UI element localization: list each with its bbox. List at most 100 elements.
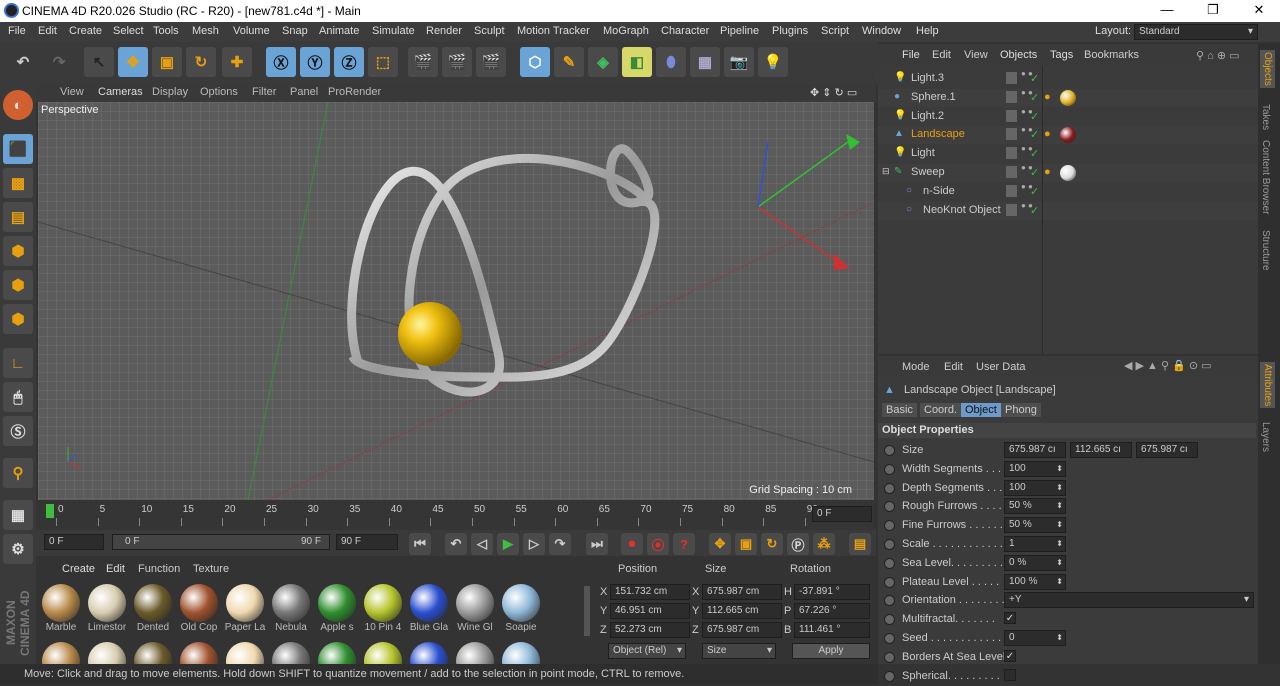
- side-tab-content-browser[interactable]: Content Browser: [1260, 140, 1271, 214]
- make-editable-icon[interactable]: ◐: [3, 90, 33, 120]
- object-row[interactable]: ▲ Landscape ● ● ✓ ●: [878, 126, 1258, 145]
- coord-size-field[interactable]: 675.987 cm: [702, 584, 782, 600]
- phong-tag-icon[interactable]: ●: [1044, 128, 1051, 140]
- material-item-row2[interactable]: [85, 640, 129, 664]
- vp-menu-display[interactable]: Display: [152, 86, 188, 98]
- tab-phong[interactable]: Phong: [1001, 403, 1041, 417]
- coordinate-system-icon[interactable]: ⬚: [368, 47, 398, 77]
- snap-icon[interactable]: Ⓢ: [3, 416, 33, 446]
- playhead-marker[interactable]: [46, 504, 54, 518]
- play-forward-icon[interactable]: ▶: [497, 533, 519, 555]
- stepper-icon[interactable]: ⬍: [1056, 537, 1063, 551]
- coord-position-field[interactable]: 52.273 cm: [610, 622, 690, 638]
- menu-file[interactable]: File: [8, 25, 26, 37]
- material-item-row2[interactable]: [407, 640, 451, 664]
- material-item-row2[interactable]: [315, 640, 359, 664]
- mat-menu-function[interactable]: Function: [138, 563, 180, 575]
- attr-nav-icons[interactable]: ◀ ▶ ▲ ⚲ 🔒 ⊙ ▭: [1124, 359, 1212, 372]
- object-row[interactable]: ○ n-Side ● ● ✓: [878, 182, 1258, 201]
- attribute-value-field[interactable]: 0 ⬍: [1004, 630, 1066, 646]
- stepper-icon[interactable]: ⬍: [1056, 518, 1063, 532]
- points-mode-icon[interactable]: ⬢: [3, 236, 33, 266]
- light-bulb-icon[interactable]: 💡: [758, 47, 788, 77]
- attr-menu-edit[interactable]: Edit: [944, 361, 963, 373]
- material-item[interactable]: 10 Pin 4: [361, 582, 405, 634]
- checkbox[interactable]: [1004, 668, 1016, 681]
- mat-menu-edit[interactable]: Edit: [106, 563, 125, 575]
- vp-menu-view[interactable]: View: [60, 86, 84, 98]
- material-item-row2[interactable]: [223, 640, 267, 664]
- material-item-row2[interactable]: [269, 640, 313, 664]
- stepper-icon[interactable]: ⬍: [1056, 556, 1063, 570]
- model-mode-icon[interactable]: ⬛: [3, 134, 33, 164]
- obj-menu-view[interactable]: View: [964, 49, 988, 61]
- phong-tag-icon[interactable]: ●: [1044, 166, 1051, 178]
- start-frame-field[interactable]: 0 F: [44, 534, 104, 550]
- coord-rotation-field[interactable]: -37.891 °: [794, 584, 870, 600]
- menu-create[interactable]: Create: [69, 25, 102, 37]
- menu-help[interactable]: Help: [916, 25, 939, 37]
- keyframe-radio-icon[interactable]: [884, 520, 895, 532]
- current-frame-field[interactable]: 0 F: [812, 506, 872, 522]
- material-item[interactable]: Limestor: [85, 582, 129, 634]
- vp-menu-panel[interactable]: Panel: [290, 86, 318, 98]
- goto-end-icon[interactable]: ⏭: [586, 533, 608, 555]
- viewport-perspective[interactable]: Perspective Grid Spacing : 10 cm: [38, 102, 874, 500]
- y-axis-lock-icon[interactable]: Ⓨ: [300, 47, 330, 77]
- z-axis-lock-icon[interactable]: Ⓩ: [334, 47, 364, 77]
- workplane-mode-icon[interactable]: ▤: [3, 202, 33, 232]
- obj-menu-bookmarks[interactable]: Bookmarks: [1084, 49, 1139, 61]
- keyframe-radio-icon[interactable]: [884, 576, 895, 588]
- render-settings-icon[interactable]: 🎬: [476, 47, 506, 77]
- polygons-mode-icon[interactable]: ⬢: [3, 304, 33, 334]
- apply-button[interactable]: Apply: [792, 643, 870, 659]
- attribute-value-field[interactable]: 100 ⬍: [1004, 460, 1066, 477]
- next-frame-icon[interactable]: ▷: [523, 533, 545, 555]
- enabled-check-icon[interactable]: ✓: [1030, 185, 1039, 198]
- vp-menu-cameras[interactable]: Cameras: [98, 86, 143, 98]
- keyframe-radio-icon[interactable]: [884, 482, 895, 494]
- array-generator-icon[interactable]: ◧: [622, 47, 652, 77]
- enabled-check-icon[interactable]: ✓: [1030, 72, 1039, 85]
- scale-tool-icon[interactable]: ▣: [152, 47, 182, 77]
- orientation-select[interactable]: +Y ▾: [1004, 592, 1254, 609]
- obj-menu-edit[interactable]: Edit: [932, 49, 951, 61]
- keyframe-radio-icon[interactable]: [884, 557, 895, 569]
- tab-object[interactable]: Object: [961, 403, 1001, 417]
- side-tab-objects[interactable]: Objects: [1260, 50, 1275, 88]
- layer-toggle[interactable]: [1006, 166, 1017, 178]
- coord-position-field[interactable]: 46.951 cm: [610, 603, 690, 619]
- side-tab-takes[interactable]: Takes: [1260, 104, 1271, 130]
- timeline-ruler[interactable]: 051015202530354045505560657075808590 0 F: [36, 500, 876, 530]
- stepper-icon[interactable]: ⬍: [1056, 575, 1063, 589]
- menu-animate[interactable]: Animate: [319, 25, 359, 37]
- menu-window[interactable]: Window: [862, 25, 901, 37]
- material-scrollbar[interactable]: [584, 586, 590, 636]
- material-item-row2[interactable]: [177, 640, 221, 664]
- menu-mograph[interactable]: MoGraph: [603, 25, 649, 37]
- attribute-value-field[interactable]: 100 % ⬍: [1004, 573, 1066, 590]
- material-item[interactable]: Apple s: [315, 582, 359, 634]
- menu-plugins[interactable]: Plugins: [772, 25, 808, 37]
- mat-menu-create[interactable]: Create: [62, 563, 95, 575]
- edges-mode-icon[interactable]: ⬢: [3, 270, 33, 300]
- vp-menu-options[interactable]: Options: [200, 86, 238, 98]
- material-tag-icon[interactable]: [1060, 127, 1076, 144]
- side-tab-layers[interactable]: Layers: [1260, 422, 1271, 452]
- planar-workplane-icon[interactable]: ▦: [3, 500, 33, 530]
- coord-size-field[interactable]: 675.987 cm: [702, 622, 782, 638]
- coord-rotation-field[interactable]: 111.461 °: [794, 622, 870, 638]
- maximize-button[interactable]: ❐: [1190, 0, 1236, 22]
- size-field[interactable]: 675.987 cı: [1136, 442, 1198, 458]
- material-item-row2[interactable]: [499, 640, 543, 664]
- menu-simulate[interactable]: Simulate: [372, 25, 415, 37]
- mat-menu-texture[interactable]: Texture: [193, 563, 229, 575]
- vp-menu-prorender[interactable]: ProRender: [328, 86, 381, 98]
- keyframe-radio-icon[interactable]: [884, 633, 895, 644]
- attribute-value-field[interactable]: 1 ⬍: [1004, 536, 1066, 552]
- size-field[interactable]: 675.987 cı: [1004, 442, 1066, 458]
- rotate-tool-icon[interactable]: ↻: [186, 47, 216, 77]
- enabled-check-icon[interactable]: ✓: [1030, 204, 1039, 217]
- attribute-value-field[interactable]: 0 % ⬍: [1004, 554, 1066, 571]
- checkbox[interactable]: ✓: [1004, 612, 1016, 625]
